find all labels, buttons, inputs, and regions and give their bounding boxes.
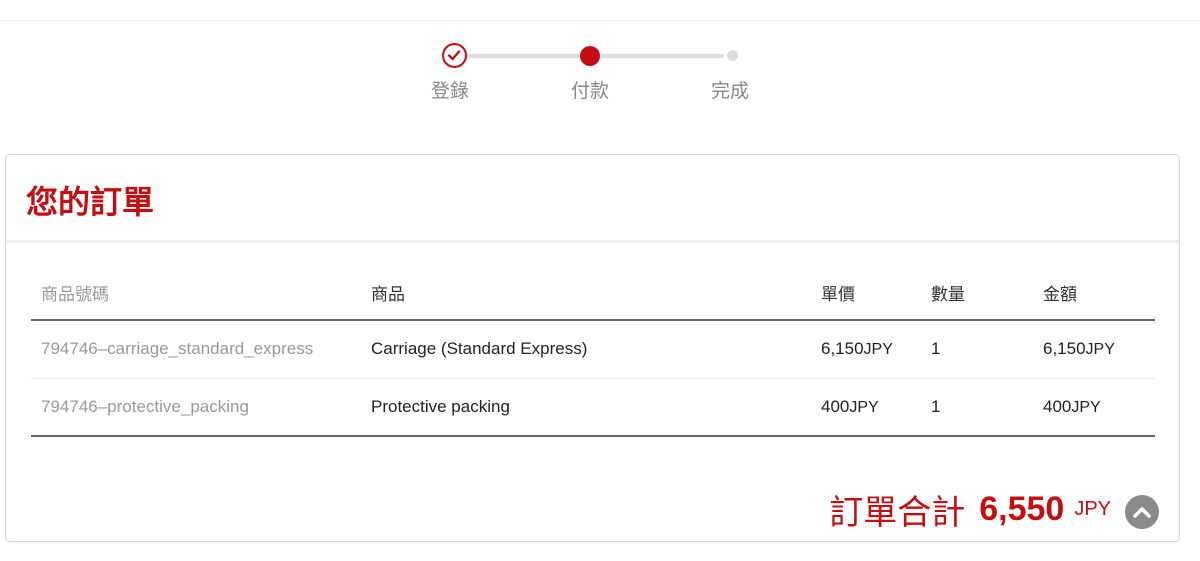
scroll-to-top-button[interactable] <box>1125 495 1159 529</box>
table-row: 794746–carriage_standard_express Carriag… <box>31 320 1155 379</box>
step-register-label: 登錄 <box>430 80 469 102</box>
progress-line-1 <box>466 54 580 58</box>
step-complete-label: 完成 <box>710 80 749 102</box>
step-complete-indicator <box>727 50 738 61</box>
item-quantity: 1 <box>931 320 1043 379</box>
order-total: 訂單合計 6,550 JPY <box>829 488 1159 533</box>
item-name: Protective packing <box>371 378 821 437</box>
order-total-currency: JPY <box>1074 497 1111 520</box>
order-title: 您的訂單 <box>26 182 155 221</box>
order-total-value: 6,550 <box>979 489 1065 528</box>
item-quantity: 1 <box>931 378 1043 437</box>
item-amount: 400JPY <box>1043 378 1155 437</box>
step-payment-label: 付款 <box>570 80 609 102</box>
unit-price-currency: JPY <box>863 341 893 359</box>
item-code: 794746–carriage_standard_express <box>31 320 371 379</box>
column-header-quantity: 數量 <box>931 280 1043 321</box>
column-header-amount: 金額 <box>1043 280 1155 321</box>
table-header-row: 商品號碼 商品 單價 數量 金額 <box>31 280 1155 321</box>
checkmark-icon <box>447 50 461 61</box>
chevron-up-icon <box>1133 507 1151 518</box>
table-row: 794746–protective_packing Protective pac… <box>31 378 1155 437</box>
amount-currency: JPY <box>1071 398 1101 416</box>
unit-price-value: 400 <box>821 396 850 416</box>
step-payment-indicator <box>580 46 600 66</box>
order-total-label: 訂單合計 <box>829 492 966 533</box>
unit-price-currency: JPY <box>849 398 879 416</box>
column-header-unit-price: 單價 <box>821 280 931 321</box>
item-amount: 6,150JPY <box>1043 320 1155 379</box>
amount-value: 6,150 <box>1043 339 1086 359</box>
amount-currency: JPY <box>1085 341 1115 359</box>
unit-price-value: 6,150 <box>821 339 864 359</box>
order-card-header: 您的訂單 <box>6 155 1179 243</box>
order-card: 您的訂單 商品號碼 商品 單價 數量 金額 794746–carriage_st… <box>5 154 1180 542</box>
item-unit-price: 6,150JPY <box>821 320 931 379</box>
item-code: 794746–protective_packing <box>31 378 371 437</box>
column-header-code: 商品號碼 <box>31 280 371 321</box>
progress-line-2 <box>600 54 724 58</box>
order-table: 商品號碼 商品 單價 數量 金額 794746–carriage_standar… <box>31 280 1155 437</box>
step-register-indicator <box>442 43 467 68</box>
item-name: Carriage (Standard Express) <box>371 320 821 379</box>
amount-value: 400 <box>1043 396 1072 416</box>
column-header-name: 商品 <box>371 280 821 321</box>
item-unit-price: 400JPY <box>821 378 931 437</box>
checkout-progress: 登錄 付款 完成 <box>0 0 1200 110</box>
